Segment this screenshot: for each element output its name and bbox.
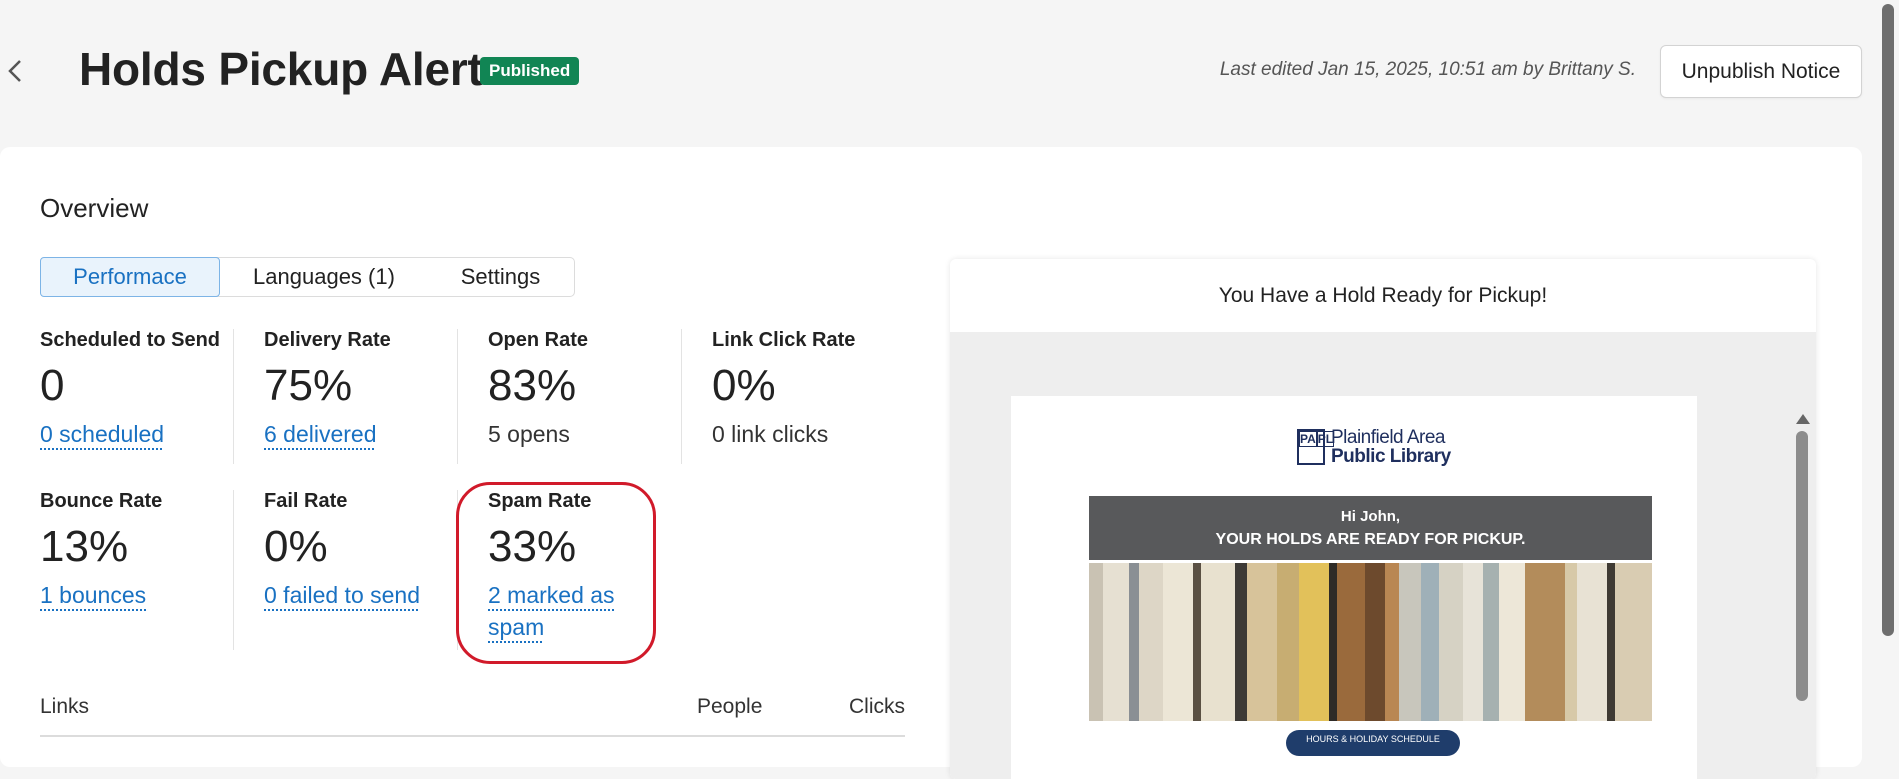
preview-scroll-up-arrow[interactable] <box>1796 414 1810 424</box>
metric-value: 13% <box>40 522 129 571</box>
metric-bounce-rate: Bounce Rate 13% 1 bounces <box>40 490 162 611</box>
page-scrollbar-thumb[interactable] <box>1882 4 1894 636</box>
links-column-header: Links <box>40 695 90 718</box>
back-button[interactable] <box>4 56 26 86</box>
books-image <box>1089 563 1652 721</box>
metric-value: 0% <box>712 361 776 410</box>
logo-mark-top: PA <box>1299 431 1317 447</box>
metric-delivery-rate: Delivery Rate 75% 6 delivered <box>264 329 391 450</box>
tab-settings[interactable]: Settings <box>428 258 573 296</box>
email-preview: You Have a Hold Ready for Pickup! PA PL … <box>950 259 1816 779</box>
library-logo-mark: PA PL <box>1297 429 1335 465</box>
metric-open-rate: Open Rate 83% 5 opens <box>488 329 588 450</box>
metric-fail-rate: Fail Rate 0% 0 failed to send <box>264 490 420 611</box>
banner-headline: YOUR HOLDS ARE READY FOR PICKUP. <box>1215 531 1526 548</box>
tab-bar: Performace Languages (1) Settings <box>40 257 575 297</box>
failed-to-send-link[interactable]: 0 failed to send <box>264 579 420 611</box>
library-logo: PA PL Plainfield Area Public Library <box>1297 428 1451 466</box>
bounces-link[interactable]: 1 bounces <box>40 579 162 611</box>
metric-label: Fail Rate <box>264 490 348 512</box>
metric-label: Delivery Rate <box>264 329 391 351</box>
email-subject: You Have a Hold Ready for Pickup! <box>950 259 1816 333</box>
tab-languages[interactable]: Languages (1) <box>220 258 428 296</box>
metric-value: 0% <box>264 522 328 571</box>
delivered-link[interactable]: 6 delivered <box>264 418 391 450</box>
page-title: Holds Pickup Alert <box>79 43 483 95</box>
opens-count: 5 opens <box>488 421 570 447</box>
banner-greeting: Hi John, <box>1340 508 1401 525</box>
metric-label: Bounce Rate <box>40 490 163 512</box>
metric-value: 83% <box>488 361 577 410</box>
metric-label: Open Rate <box>488 329 589 351</box>
unpublish-notice-button[interactable]: Unpublish Notice <box>1660 45 1862 98</box>
hours-schedule-button[interactable]: HOURS & HOLIDAY SCHEDULE <box>1286 730 1460 756</box>
metric-label: Link Click Rate <box>712 329 856 351</box>
preview-scrollbar-thumb[interactable] <box>1796 431 1808 701</box>
metric-value: 75% <box>264 361 353 410</box>
library-logo-text: Plainfield Area Public Library <box>1331 428 1451 466</box>
clicks-column-header: Clicks <box>849 695 905 718</box>
metric-scheduled-to-send: Scheduled to Send 0 0 scheduled <box>40 329 220 450</box>
metric-label: Scheduled to Send <box>40 329 221 351</box>
metric-value: 0 <box>40 361 65 410</box>
divider <box>233 490 234 650</box>
overview-title: Overview <box>40 193 149 223</box>
link-clicks-count: 0 link clicks <box>712 421 829 447</box>
last-edited-text: Last edited Jan 15, 2025, 10:51 am by Br… <box>1219 59 1636 80</box>
divider <box>233 329 234 464</box>
tab-performance[interactable]: Performace <box>40 257 220 297</box>
metric-link-click-rate: Link Click Rate 0% 0 link clicks <box>712 329 855 450</box>
overview-card: Overview Performace Languages (1) Settin… <box>0 147 1862 779</box>
spam-rate-highlight-circle <box>456 482 656 664</box>
divider <box>457 329 458 464</box>
chevron-left-icon <box>8 60 21 82</box>
divider <box>681 329 682 464</box>
email-preview-body: PA PL Plainfield Area Public Library Hi … <box>950 333 1816 779</box>
status-badge: Published <box>480 57 580 85</box>
email-banner: Hi John, YOUR HOLDS ARE READY FOR PICKUP… <box>1089 496 1652 560</box>
logo-line-1: Plainfield Area <box>1331 427 1445 448</box>
scheduled-link[interactable]: 0 scheduled <box>40 418 220 450</box>
people-column-header: People <box>697 695 763 718</box>
email-content: PA PL Plainfield Area Public Library Hi … <box>1011 396 1697 779</box>
logo-line-2: Public Library <box>1331 446 1451 467</box>
